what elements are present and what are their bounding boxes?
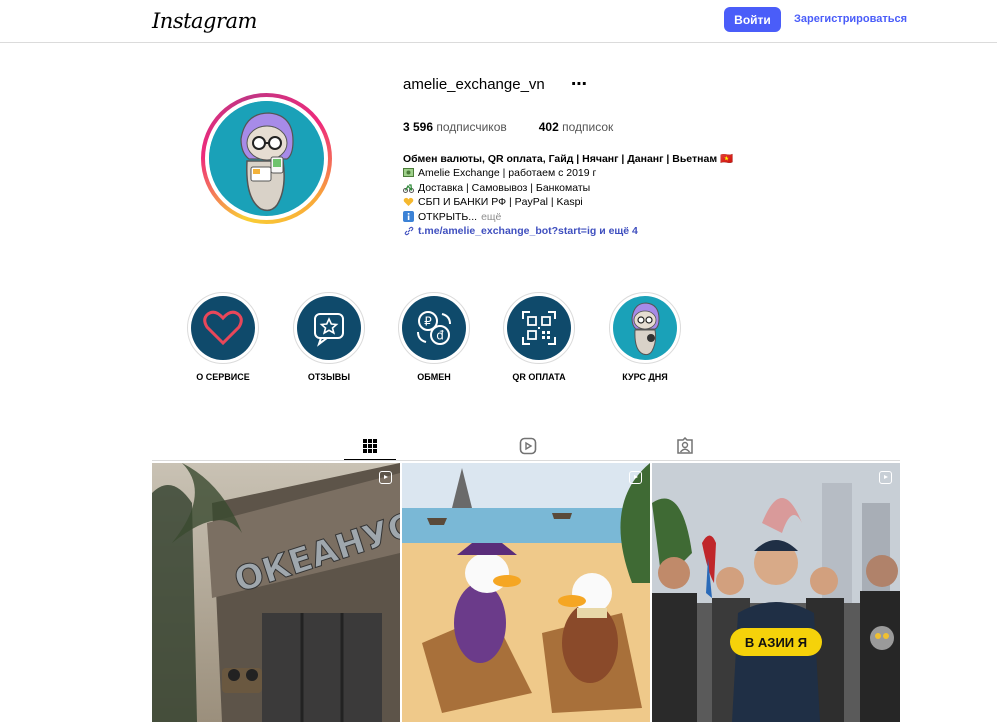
following-count: 402 bbox=[538, 120, 559, 134]
highlight-daily-rate[interactable]: КУРС ДНЯ bbox=[609, 292, 681, 382]
profile-stats: 3 596 подписчиков 402 подписок bbox=[403, 120, 613, 134]
post-image-people-asia: В АЗИИ Я bbox=[652, 463, 900, 722]
login-button[interactable]: Войти bbox=[724, 7, 781, 32]
signup-link[interactable]: Зарегистрироваться bbox=[794, 13, 907, 25]
svg-text:₽: ₽ bbox=[424, 315, 432, 329]
reels-icon bbox=[519, 437, 537, 455]
bio-link-row[interactable]: t.me/amelie_exchange_bot?start=ig и ещё … bbox=[403, 224, 763, 238]
qr-code-icon bbox=[507, 296, 571, 360]
followers-label: подписчиков bbox=[436, 120, 507, 134]
post-thumbnail-3[interactable]: В АЗИИ Я bbox=[652, 463, 900, 722]
heart-icon bbox=[191, 296, 255, 360]
bio-more-link[interactable]: ещё bbox=[481, 210, 501, 224]
bio-line-text: Доставка | Самовывоз | Банкоматы bbox=[418, 181, 591, 194]
info-icon bbox=[403, 211, 414, 223]
svg-text:đ: đ bbox=[436, 329, 444, 343]
avatar-image bbox=[209, 101, 324, 216]
following-label: подписок bbox=[562, 120, 614, 134]
highlight-about-service[interactable]: О СЕРВИСЕ bbox=[187, 292, 259, 382]
scooter-icon bbox=[403, 183, 414, 194]
bio-line: Доставка | Самовывоз | Банкоматы bbox=[403, 181, 763, 195]
top-bar: Instagram Войти Зарегистрироваться bbox=[0, 0, 997, 43]
currency-exchange-icon: ₽ đ bbox=[402, 296, 466, 360]
money-icon bbox=[403, 168, 414, 179]
highlight-label: ОТЗЫВЫ bbox=[307, 372, 351, 382]
profile-username: amelie_exchange_vn bbox=[403, 76, 545, 93]
bio-line-text: СБП И БАНКИ РФ | PayPal | Kaspi bbox=[418, 196, 583, 209]
more-options-icon[interactable]: ⋯ bbox=[571, 74, 588, 94]
highlight-label: КУРС ДНЯ bbox=[622, 372, 668, 382]
highlight-label: О СЕРВИСЕ bbox=[196, 372, 250, 382]
bio-line-text: Amelie Exchange | работаем с 2019 г bbox=[418, 167, 597, 180]
tabs-divider bbox=[152, 460, 900, 461]
tagged-icon bbox=[677, 437, 693, 454]
highlight-qr-payment[interactable]: QR ОПЛАТА bbox=[503, 292, 575, 382]
followers-count: 3 596 bbox=[403, 120, 434, 134]
highlight-label: QR ОПЛАТА bbox=[512, 372, 566, 382]
following-stat[interactable]: 402 подписок bbox=[539, 120, 614, 134]
highlight-label: ОБМЕН bbox=[417, 372, 451, 382]
star-message-icon bbox=[297, 296, 361, 360]
highlight-reviews[interactable]: ОТЗЫВЫ bbox=[293, 292, 365, 382]
tab-tagged[interactable] bbox=[659, 432, 711, 460]
bio-line-text: ОТКРЫТЬ... bbox=[418, 210, 478, 223]
tab-reels[interactable] bbox=[502, 432, 554, 460]
tab-posts[interactable] bbox=[344, 432, 396, 461]
post-thumbnail-2[interactable] bbox=[402, 463, 650, 722]
bio-line: Amelie Exchange | работаем с 2019 г bbox=[403, 166, 763, 180]
reel-indicator-icon bbox=[379, 471, 392, 484]
bio-title: Обмен валюты, QR оплата, Гайд | Нячанг |… bbox=[403, 153, 734, 165]
avatar-icon bbox=[613, 296, 677, 360]
reel-indicator-icon bbox=[629, 471, 642, 484]
post-3-sign: В АЗИИ Я bbox=[745, 635, 807, 650]
bio-link[interactable]: t.me/amelie_exchange_bot?start=ig и ещё … bbox=[418, 224, 638, 238]
heart-hands-icon bbox=[403, 197, 414, 208]
link-icon bbox=[403, 226, 414, 237]
post-image-beach-ducks bbox=[402, 463, 650, 722]
highlight-exchange[interactable]: ₽ đ ОБМЕН bbox=[398, 292, 470, 382]
profile-avatar[interactable] bbox=[201, 93, 332, 224]
post-image-okeanus: ОКЕАНУС bbox=[152, 463, 400, 722]
bio-line: СБП И БАНКИ РФ | PayPal | Kaspi bbox=[403, 195, 763, 209]
profile-bio: Обмен валюты, QR оплата, Гайд | Нячанг |… bbox=[403, 152, 763, 238]
post-thumbnail-1[interactable]: ОКЕАНУС bbox=[152, 463, 400, 722]
avatar-character-icon bbox=[209, 101, 323, 215]
instagram-logo[interactable]: Instagram bbox=[152, 9, 257, 33]
grid-icon bbox=[363, 439, 377, 453]
bio-line: ОТКРЫТЬ... ещё bbox=[403, 210, 763, 224]
followers-stat[interactable]: 3 596 подписчиков bbox=[403, 120, 507, 134]
reel-indicator-icon bbox=[879, 471, 892, 484]
